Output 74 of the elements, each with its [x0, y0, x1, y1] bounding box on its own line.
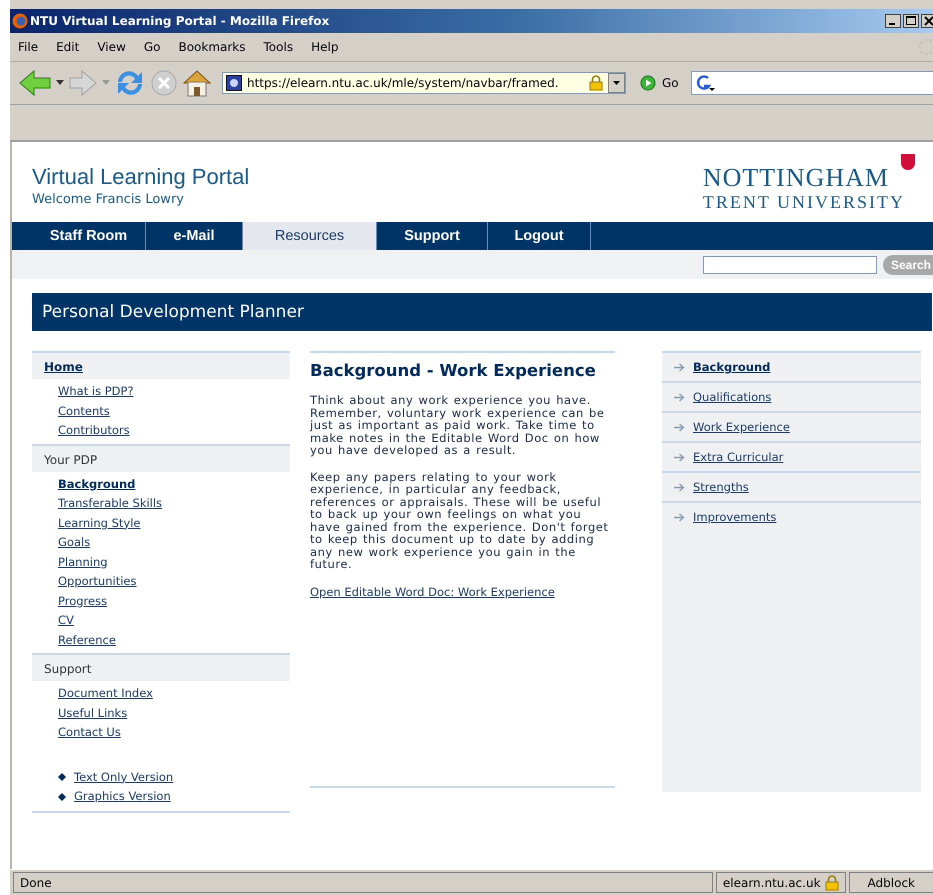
firefox-icon: [12, 13, 28, 29]
nav-link[interactable]: CV: [58, 611, 74, 630]
content-heading: Background - Work Experience: [310, 361, 597, 380]
document-link[interactable]: Open Editable Word Doc: Work Experience: [310, 584, 555, 598]
diamond-icon: [58, 792, 66, 801]
paragraph: Think about any work experience you have. Remember, voluntary work experience can be just as important as paid work. Take time to make notes in the Editable Word Doc on how you have developed as a result.: [310, 394, 606, 456]
nav-link[interactable]: Qualifications: [693, 390, 772, 404]
nav-link[interactable]: Planning: [58, 552, 108, 572]
address-field[interactable]: https://elearn.ntu.ac.uk/mle/system/navbar/framed.: [222, 72, 626, 94]
diamond-icon: [58, 773, 66, 782]
paragraph: Keep any papers relating to your work experience, in particular any feedback, references or appraisals. These will be useful to back up your own feelings on what you have gained from the experience. Don't forget to keep this document up to date by adding any new work experience you gain in the future.: [310, 470, 610, 570]
welcome-text: Welcome Francis Lowry: [32, 192, 185, 207]
go-button[interactable]: Go: [638, 73, 681, 93]
portal-title: Virtual Learning Portal: [32, 164, 250, 190]
dropdown-arrow-icon[interactable]: [56, 80, 64, 86]
nav-link[interactable]: Extra Curricular: [693, 450, 784, 464]
arrow-icon: [674, 452, 685, 462]
nav-link[interactable]: Contents: [58, 402, 110, 421]
nav-link[interactable]: Useful Links: [58, 704, 128, 723]
menu-item[interactable]: Edit: [50, 38, 86, 56]
nav-link[interactable]: Opportunities: [58, 572, 136, 592]
menu-item[interactable]: Bookmarks: [172, 38, 252, 56]
nav-link[interactable]: Improvements: [693, 510, 776, 524]
nav-link[interactable]: Contact Us: [58, 723, 121, 742]
lock-icon: [589, 75, 603, 91]
search-engine-icon: [694, 74, 715, 92]
nav-link[interactable]: Background: [693, 360, 770, 374]
nav-link[interactable]: Strengths: [693, 480, 749, 494]
minimize-button[interactable]: [885, 14, 901, 28]
site-icon: [226, 75, 242, 91]
menu-item[interactable]: File: [12, 38, 44, 56]
dropdown-button[interactable]: [608, 73, 625, 93]
nav-link[interactable]: Graphics Version: [74, 787, 171, 806]
host-text: elearn.ntu.ac.uk: [722, 876, 821, 890]
close-button[interactable]: [921, 14, 933, 28]
arrow-icon: [674, 392, 685, 402]
go-icon: [640, 75, 656, 91]
nav-link[interactable]: Contributors: [58, 421, 130, 440]
window-title: NTU Virtual Learning Portal - Mozilla Firefox: [30, 14, 330, 28]
nav-link[interactable]: Background: [58, 474, 136, 494]
nav-link[interactable]: Progress: [58, 592, 108, 611]
arrow-icon: [674, 482, 685, 492]
nav-link[interactable]: Home: [32, 351, 290, 379]
nav-link[interactable]: Learning Style: [58, 514, 140, 533]
nav-link[interactable]: Document Index: [58, 684, 153, 704]
nav-link[interactable]: Work Experience: [693, 420, 790, 434]
addon-button[interactable]: Adblock: [848, 872, 933, 893]
nav-link[interactable]: Goals: [58, 533, 90, 552]
url-text: https://elearn.ntu.ac.uk/mle/system/navbar/framed.: [247, 76, 560, 90]
home-icon[interactable]: [182, 68, 212, 98]
section-heading: Your PDP: [32, 444, 290, 472]
section-heading: Support: [32, 653, 290, 681]
nav-link[interactable]: Transferable Skills: [58, 494, 162, 514]
arrow-icon: [674, 362, 685, 372]
maximize-button[interactable]: [903, 14, 919, 28]
back-icon[interactable]: [18, 69, 52, 97]
nav-tab[interactable]: Resources: [243, 222, 377, 250]
nav-link[interactable]: What is PDP?: [58, 382, 134, 402]
lock-icon: [824, 874, 839, 890]
search-engine-field[interactable]: [690, 71, 933, 95]
nav-link[interactable]: Text Only Version: [74, 768, 174, 787]
search-field[interactable]: [702, 256, 877, 274]
shield-icon: [901, 154, 915, 170]
arrow-icon: [674, 422, 685, 432]
arrow-icon: [674, 512, 685, 522]
menu-item[interactable]: Tools: [258, 38, 300, 56]
menu-item[interactable]: Help: [305, 38, 344, 56]
nav-link[interactable]: Reference: [58, 630, 116, 650]
logo-text: NOTTINGHAM: [702, 164, 890, 192]
logo-text: TRENT UNIVERSITY: [702, 192, 905, 212]
status-text: Done: [13, 872, 713, 893]
menu-item[interactable]: View: [91, 38, 132, 56]
page-banner: Personal Development Planner: [32, 293, 932, 331]
menu-item[interactable]: Go: [138, 38, 166, 56]
